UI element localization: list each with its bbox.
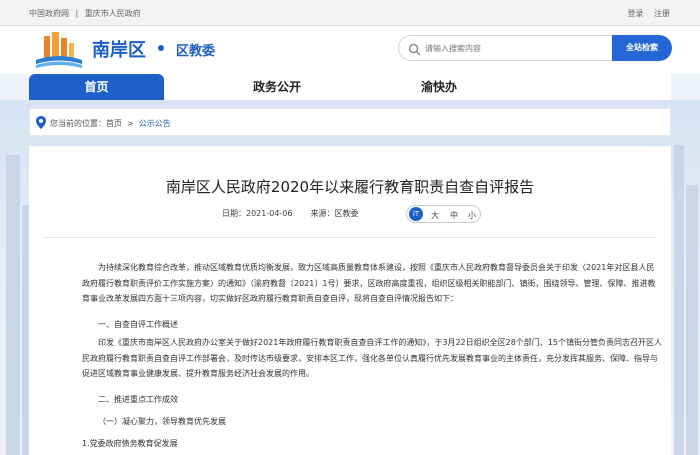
section-heading-2: 二、推进重点工作成效	[98, 395, 178, 404]
breadcrumb: 您当前的位置：首页 > 公示公告	[29, 108, 671, 136]
font-size-control: iT 大 中 小	[406, 205, 481, 223]
search-input[interactable]	[425, 40, 605, 56]
main-nav: 首页 政务公开 渝快办	[29, 74, 671, 100]
search-button[interactable]: 全站检索	[612, 35, 672, 61]
nav-item-gov-affairs[interactable]: 政务公开	[217, 74, 337, 100]
title-divider	[43, 237, 657, 238]
font-size-small-button[interactable]: 小	[468, 210, 476, 221]
breadcrumb-home-link[interactable]: 首页	[106, 119, 122, 128]
city-gov-link[interactable]: 重庆市人民政府	[85, 9, 141, 18]
article-meta: 日期：2021-04-06 来源：区教委	[222, 208, 359, 219]
article-title: 南岸区人民政府2020年以来履行教育职责自查自评报告	[165, 178, 535, 196]
top-separator: |	[75, 9, 79, 18]
subsection-heading-1: （一）凝心聚力，领导教育优先发展	[98, 417, 226, 426]
breadcrumb-prefix: 您当前的位置：	[50, 119, 106, 128]
font-size-icon: iT	[409, 207, 423, 221]
font-size-medium-button[interactable]: 中	[450, 210, 458, 221]
site-name[interactable]: 南岸区	[92, 36, 146, 62]
section-heading-1: 一、自查自评工作概述	[98, 320, 178, 329]
site-logo[interactable]	[34, 30, 84, 70]
article-paragraph-1: 为持续深化教育综合改革，推动区域教育优质均衡发展，致力区域高质量教育体系建设，按…	[82, 263, 656, 303]
name-divider-dot	[158, 45, 164, 51]
breadcrumb-current-link[interactable]: 公示公告	[139, 119, 171, 128]
article-panel: 南岸区人民政府2020年以来履行教育职责自查自评报告 日期：2021-04-06…	[29, 146, 671, 455]
article-source: 来源：区教委	[310, 209, 359, 218]
gov-site-link[interactable]: 中国政府网	[29, 9, 69, 18]
nav-item-home[interactable]: 首页	[29, 74, 164, 100]
search-icon	[408, 41, 421, 60]
login-link[interactable]: 登录	[627, 9, 643, 18]
department-name: 区教委	[176, 44, 216, 59]
subsection-heading-1-1: 1.党委政府债务教育促发展	[82, 439, 178, 448]
top-bar: 中国政府网 | 重庆市人民政府 登录 注册	[0, 0, 700, 26]
site-header: 南岸区 区教委 全站检索	[0, 26, 700, 74]
nav-item-yukuaiban[interactable]: 渝快办	[379, 74, 499, 100]
article-date: 日期：2021-04-06	[222, 209, 293, 218]
location-pin-icon	[36, 116, 46, 131]
breadcrumb-separator: >	[127, 119, 134, 128]
article-paragraph-2: 印发《重庆市南岸区人民政府办公室关于做好2021年政府履行教育职责自查自评工作的…	[82, 338, 662, 378]
search-box	[398, 35, 612, 61]
register-link[interactable]: 注册	[654, 9, 670, 18]
font-size-large-button[interactable]: 大	[431, 210, 439, 221]
